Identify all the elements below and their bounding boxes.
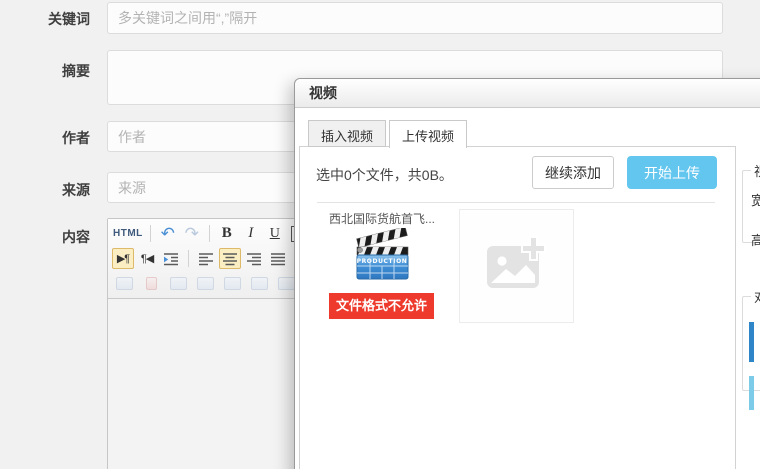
file-error-badge: 文件格式不允许: [329, 293, 434, 319]
page: 关键词 摘要 作者 来源 内容 HTML ↶ ↷ B I U A ▶¶ ¶◀: [0, 0, 760, 469]
alignment-fieldset: 对: [742, 287, 760, 391]
add-image-icon: [485, 236, 549, 297]
align-left-icon[interactable]: [195, 248, 217, 269]
keywords-input[interactable]: [107, 2, 723, 34]
video-size-legend: 视: [751, 161, 760, 180]
table-grid-icon[interactable]: [247, 273, 272, 294]
add-file-placeholder[interactable]: [459, 209, 574, 323]
align-right-icon[interactable]: [243, 248, 265, 269]
add-more-button[interactable]: 继续添加: [532, 156, 614, 189]
clapperboard-icon: PRODUCTION: [329, 228, 434, 289]
toolbar-separator: [209, 225, 210, 242]
insert-row-right-icon[interactable]: [193, 273, 218, 294]
redo-icon[interactable]: ↷: [181, 223, 203, 244]
italic-button[interactable]: I: [240, 223, 262, 244]
video-dialog: 视频 插入视频 上传视频 选中0个文件，共0B。 继续添加 开始上传 西北国际货…: [294, 78, 760, 469]
alignment-option-icon[interactable]: [749, 376, 754, 410]
align-justify-icon[interactable]: [267, 248, 289, 269]
summary-label: 摘要: [0, 61, 90, 81]
upload-file-item[interactable]: 西北国际货航首飞...: [329, 209, 434, 319]
insert-row-below-icon[interactable]: [220, 273, 245, 294]
rtl-direction-button[interactable]: ¶◀: [136, 248, 158, 269]
insert-column-icon[interactable]: [112, 273, 137, 294]
author-label: 作者: [0, 128, 90, 148]
toolbar-separator: [188, 250, 189, 267]
dialog-tabs: 插入视频 上传视频: [308, 120, 470, 148]
start-upload-button[interactable]: 开始上传: [627, 156, 717, 189]
video-size-fieldset: 视 宽 高: [742, 161, 760, 243]
height-row: 高: [751, 228, 760, 250]
indent-icon[interactable]: [160, 248, 182, 269]
align-center-icon[interactable]: [219, 248, 241, 269]
ltr-direction-button[interactable]: ▶¶: [112, 248, 134, 269]
tab-insert-video[interactable]: 插入视频: [308, 120, 386, 147]
width-row: 宽: [751, 188, 760, 210]
upload-items: 西北国际货航首飞...: [329, 209, 574, 323]
width-label: 宽: [751, 190, 760, 209]
content-label: 内容: [0, 227, 90, 247]
dialog-title: 视频: [295, 79, 760, 108]
undo-icon[interactable]: ↶: [157, 223, 179, 244]
underline-button[interactable]: U: [264, 223, 286, 244]
tab-upload-video[interactable]: 上传视频: [389, 120, 467, 148]
toolbar-separator: [150, 225, 151, 242]
upload-status-text: 选中0个文件，共0B。: [316, 165, 453, 185]
keywords-label: 关键词: [0, 9, 90, 29]
file-name: 西北国际货航首飞...: [329, 210, 434, 226]
panel-divider: [317, 202, 715, 203]
source-label: 来源: [0, 180, 90, 200]
source-code-button[interactable]: HTML: [112, 223, 144, 244]
bold-button[interactable]: B: [216, 223, 238, 244]
delete-column-icon[interactable]: [139, 273, 164, 294]
upload-panel: 选中0个文件，共0B。 继续添加 开始上传 西北国际货航首飞...: [299, 146, 736, 469]
alignment-legend: 对: [751, 287, 760, 306]
height-label: 高: [751, 230, 760, 249]
alignment-option-icon[interactable]: [749, 322, 754, 362]
insert-table-icon[interactable]: [166, 273, 191, 294]
svg-text:PRODUCTION: PRODUCTION: [356, 258, 407, 265]
